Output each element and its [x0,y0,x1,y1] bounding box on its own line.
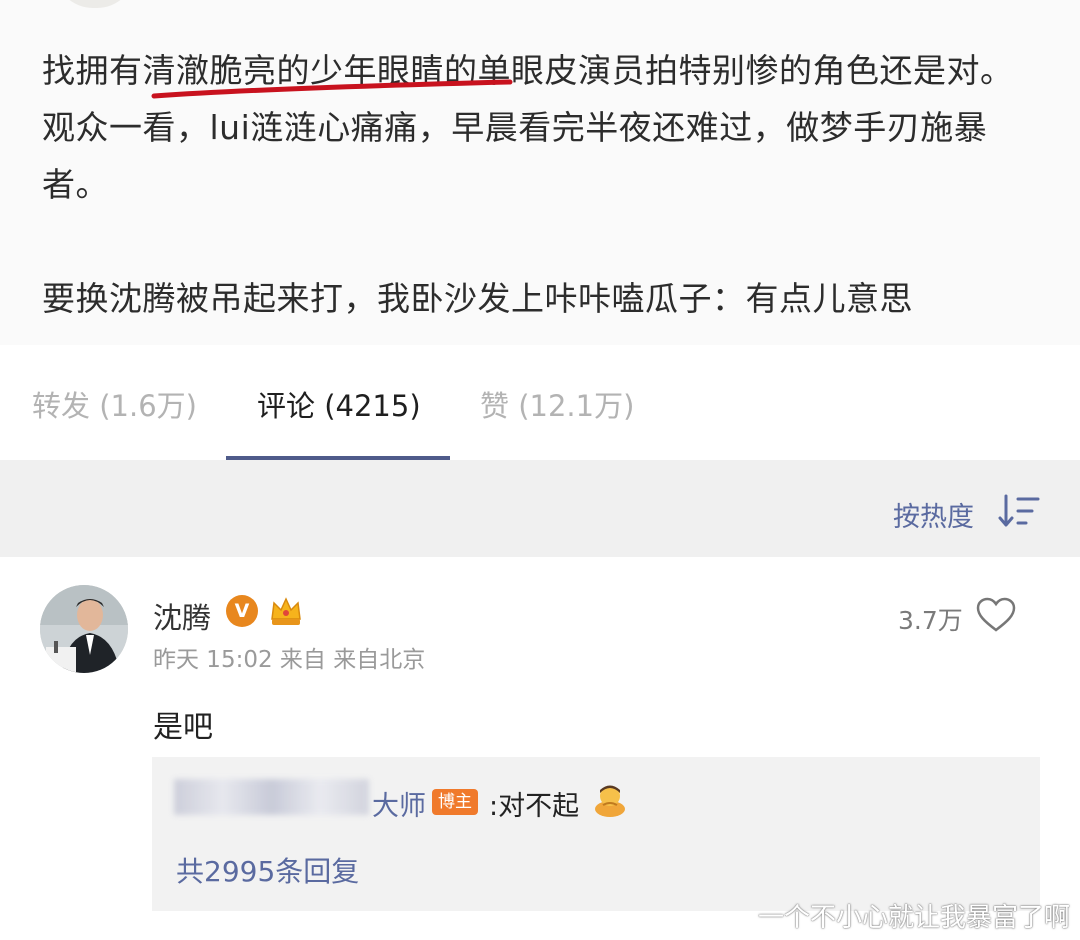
reply-author-name[interactable]: 大师 [372,784,426,823]
tab-repost[interactable]: 转发 (1.6万) [32,383,197,425]
tab-likes[interactable]: 赞 (12.1万) [480,383,634,425]
bowing-emoji-icon [595,785,625,817]
post-line: 者。 [42,165,109,204]
avatar[interactable] [40,585,128,673]
sort-by-hot-button[interactable]: 按热度 [893,495,974,534]
sort-icon[interactable] [998,494,1040,528]
comment-text: 是吧 [153,710,213,745]
comment-meta: 昨天 15:02 来自 来自北京 [153,647,426,673]
host-badge: 博主 [432,789,478,815]
author-avatar-partial[interactable] [55,0,135,8]
comment-author-name[interactable]: 沈腾 [153,595,211,637]
comment-item: 沈腾 V 昨天 15:02 来自 来自北京 3.7万 是吧 大师 博主 :对不起… [0,557,1080,940]
reply-count-link[interactable]: 共2995条回复 [176,850,359,890]
crown-icon [271,597,301,625]
avatar-photo [40,585,128,673]
post-body: 找拥有清澈脆亮的少年眼睛的单眼皮演员拍特别惨的角色还是对。 观众一看，lui涟涟… [0,0,1080,345]
heart-icon[interactable] [976,597,1016,633]
watermark: 一个不小心就让我暴富了啊 [757,903,1070,933]
reply-preview[interactable]: 大师 博主 :对不起 共2995条回复 [152,757,1040,911]
sort-bar: 按热度 [0,460,1080,557]
blurred-username [174,779,369,815]
post-line: 要换沈腾被吊起来打，我卧沙发上咔咔嗑瓜子：有点儿意思 [42,279,913,318]
tab-comments[interactable]: 评论 (4215) [257,383,421,425]
like-count: 3.7万 [898,606,963,635]
verified-badge: V [226,595,258,627]
reply-text: :对不起 [489,791,580,822]
red-underline-annotation [151,79,513,99]
post-line: 观众一看，lui涟涟心痛痛，早晨看完半夜还难过，做梦手刃施暴 [42,108,988,147]
tab-bar: 转发 (1.6万) 评论 (4215) 赞 (12.1万) [0,345,1080,461]
